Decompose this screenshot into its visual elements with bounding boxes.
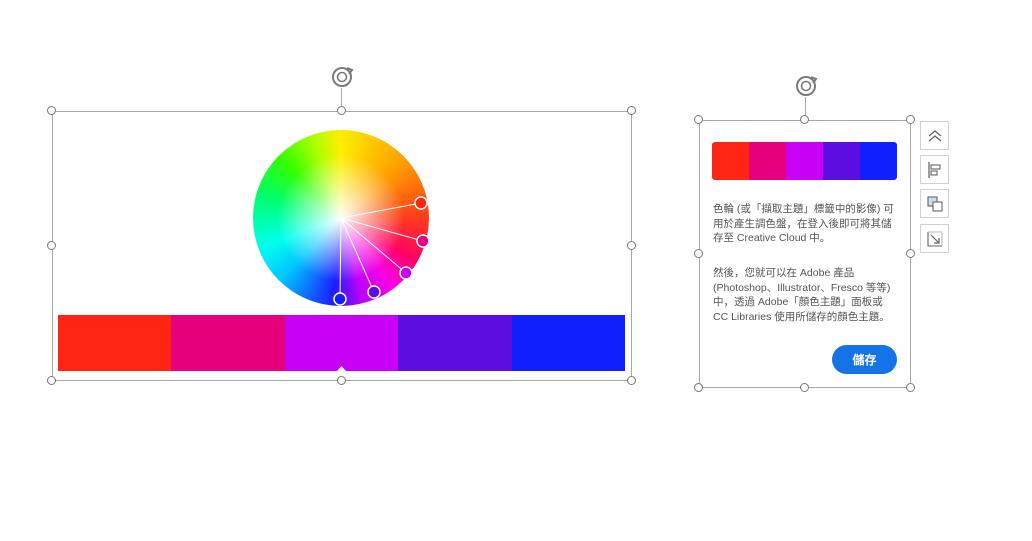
resize-handle-bottom[interactable]: [337, 376, 346, 385]
resize-handle-bottom-right[interactable]: [906, 383, 915, 392]
save-button[interactable]: 儲存: [832, 345, 897, 374]
wheel-marker-4[interactable]: [367, 285, 381, 299]
resize-handle-top-left[interactable]: [694, 115, 703, 124]
resize-handle-bottom-left[interactable]: [694, 383, 703, 392]
preview-swatch-3: [786, 142, 823, 180]
palette-preview: [712, 142, 897, 180]
wheel-marker-1[interactable]: [414, 196, 428, 210]
resize-handle-right[interactable]: [627, 241, 636, 250]
swatch-4[interactable]: [398, 315, 512, 371]
wheel-marker-5[interactable]: [333, 292, 347, 306]
preview-swatch-2: [749, 142, 786, 180]
palette-strip: [58, 315, 626, 371]
align-left-button[interactable]: [920, 155, 949, 184]
resize-handle-top-right[interactable]: [627, 106, 636, 115]
resize-handle-right[interactable]: [906, 249, 915, 258]
preview-swatch-4: [823, 142, 860, 180]
bring-forward-icon: [928, 130, 942, 142]
preview-swatch-5: [860, 142, 897, 180]
resize-icon: [927, 231, 943, 247]
resize-handle-left[interactable]: [694, 249, 703, 258]
panel-instructions: 然後，您就可以在 Adobe 產品 (Photoshop、Illustrator…: [713, 267, 891, 323]
resize-handle-bottom-left[interactable]: [47, 376, 56, 385]
swatch-3[interactable]: [284, 315, 399, 371]
swatch-5[interactable]: [511, 315, 626, 371]
resize-handle-top[interactable]: [800, 115, 809, 124]
arrange-icon: [927, 196, 943, 212]
resize-button[interactable]: [920, 224, 949, 253]
preview-swatch-1: [712, 142, 749, 180]
align-left-icon: [928, 162, 941, 178]
resize-handle-bottom-right[interactable]: [627, 376, 636, 385]
wheel-markers: [333, 196, 430, 306]
resize-handle-bottom[interactable]: [800, 383, 809, 392]
rotate-handle-icon[interactable]: [793, 73, 819, 99]
panel-description: 色輪 (或「擷取主題」標籤中的影像) 可用於產生調色盤，在登入後即可將其儲存至 …: [713, 203, 894, 244]
resize-handle-left[interactable]: [47, 241, 56, 250]
arrange-button[interactable]: [920, 189, 949, 218]
selected-swatch-caret-icon: [337, 366, 346, 371]
swatch-2[interactable]: [171, 315, 285, 371]
resize-handle-top-right[interactable]: [906, 115, 915, 124]
rotate-handle-icon[interactable]: [329, 64, 355, 90]
resize-handle-top-left[interactable]: [47, 106, 56, 115]
resize-handle-top[interactable]: [337, 106, 346, 115]
bring-forward-button[interactable]: [920, 121, 949, 150]
wheel-marker-2[interactable]: [416, 234, 430, 248]
wheel-marker-3[interactable]: [399, 266, 413, 280]
swatch-1[interactable]: [58, 315, 172, 371]
